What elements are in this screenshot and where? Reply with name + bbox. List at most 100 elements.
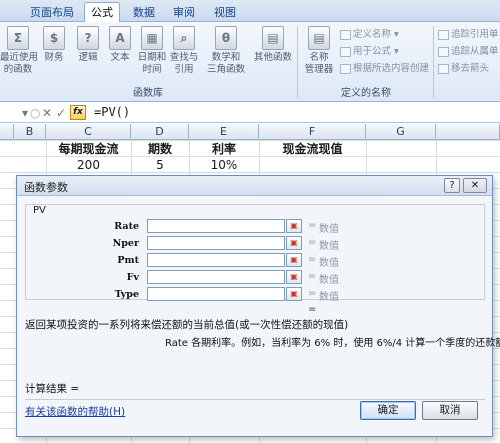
collapse-dialog-icon[interactable]: ▣ xyxy=(286,236,302,250)
name-manager-button[interactable]: ▤ 名称 管理器 xyxy=(302,26,336,76)
fv-input[interactable] xyxy=(147,270,285,284)
dialog-title-bar[interactable]: 函数参数 ? ✕ xyxy=(17,176,492,196)
dialog-title: 函数参数 xyxy=(24,181,68,194)
sigma-icon: Σ xyxy=(7,26,29,50)
recent-functions-button[interactable]: Σ 最近使用 的函数 xyxy=(0,26,38,76)
pmt-input[interactable] xyxy=(147,253,285,267)
math-trig-button[interactable]: θ 数学和 三角函数 xyxy=(204,26,248,76)
button-label: 数学和 xyxy=(211,52,241,63)
create-from-selection-icon xyxy=(340,63,351,74)
arg-label-type: Type xyxy=(114,289,139,300)
logical-button[interactable]: ? 逻辑 xyxy=(72,26,104,64)
function-name: PV xyxy=(31,205,48,216)
cancel-button[interactable]: 取消 xyxy=(422,401,478,420)
use-in-formula-button[interactable]: 用于公式 ▾ xyxy=(340,44,399,59)
name-manager-icon: ▤ xyxy=(308,26,330,50)
button-label: 其他函数 xyxy=(253,52,292,63)
collapse-dialog-icon[interactable]: ▣ xyxy=(286,270,302,284)
collapse-dialog-icon[interactable]: ▣ xyxy=(286,219,302,233)
group-label-function-library: 函数库 xyxy=(133,88,163,99)
cell-c-header[interactable]: 每期现金流 xyxy=(46,141,131,157)
lookup-reference-button[interactable]: ⌕ 查找与 引用 xyxy=(168,26,200,76)
ribbon-tab-bar: 页面布局 公式 数据 审阅 视图 xyxy=(0,0,500,23)
button-label: 时间 xyxy=(142,64,162,75)
financial-icon: $ xyxy=(43,26,65,50)
arg-value-pmt: 数值 xyxy=(319,258,339,269)
tab-data[interactable]: 数据 xyxy=(126,4,162,22)
arg-label-pmt: Pmt xyxy=(117,255,139,266)
nper-input[interactable] xyxy=(147,236,285,250)
cell-c-value[interactable]: 200 xyxy=(46,157,131,173)
arg-equals: = xyxy=(308,254,317,265)
function-description: 返回某项投资的一系列将来偿还额的当前总值(或一次性偿还额的现值) xyxy=(25,319,349,331)
arg-equals: = xyxy=(308,271,317,282)
formula-input[interactable]: =PV() xyxy=(94,105,130,119)
dialog-divider xyxy=(25,399,485,400)
group-separator xyxy=(297,26,298,98)
financial-button[interactable]: $ 财务 xyxy=(38,26,70,64)
date-time-button[interactable]: ▦ 日期和 时间 xyxy=(136,26,168,76)
create-from-selection-button[interactable]: 根据所选内容创建 xyxy=(340,61,429,76)
rate-input[interactable] xyxy=(147,219,285,233)
cell-e-header[interactable]: 利率 xyxy=(189,141,259,157)
collapse-dialog-icon[interactable]: ▣ xyxy=(286,253,302,267)
arg-value-rate: 数值 xyxy=(319,224,339,235)
define-name-button[interactable]: 定义名称 ▾ xyxy=(340,27,399,42)
tab-view[interactable]: 视图 xyxy=(207,4,243,22)
column-header-d[interactable]: D xyxy=(131,124,189,140)
more-functions-button[interactable]: ▤ 其他函数 xyxy=(252,26,294,64)
arg-value-fv: 数值 xyxy=(319,275,339,286)
arg-value-type: 数值 xyxy=(319,292,339,303)
trace-precedents-button[interactable]: 追踪引用单 xyxy=(438,27,499,42)
trace-dependents-button[interactable]: 追踪从属单 xyxy=(438,44,499,59)
name-box-dropdown-icon[interactable]: ▾ xyxy=(22,106,28,120)
define-name-icon xyxy=(340,29,351,40)
cancel-icon[interactable]: ✕ xyxy=(42,106,52,120)
arg-equals: = xyxy=(308,220,317,231)
text-button[interactable]: A 文本 xyxy=(104,26,136,64)
cell-d-value[interactable]: 5 xyxy=(131,157,189,173)
argument-help: Rate 各期利率。例如，当利率为 6% 时，使用 6%/4 计算一个季度的还款… xyxy=(165,338,500,349)
row-header-corner[interactable] xyxy=(0,124,14,140)
insert-function-icon[interactable]: fx xyxy=(70,105,86,120)
cell-e-value[interactable]: 10% xyxy=(189,157,259,173)
close-button[interactable]: ✕ xyxy=(463,178,487,193)
arg-label-fv: Fv xyxy=(126,272,139,283)
button-label: 财务 xyxy=(44,52,64,63)
remove-arrows-icon xyxy=(438,63,449,74)
button-label: 引用 xyxy=(174,64,194,75)
use-in-formula-icon xyxy=(340,46,351,57)
formula-divider: ○ xyxy=(30,106,41,120)
column-header-b[interactable]: B xyxy=(14,124,46,140)
column-header-f[interactable]: F xyxy=(259,124,366,140)
cell-d-header[interactable]: 期数 xyxy=(131,141,189,157)
math-icon: θ xyxy=(215,26,237,50)
arg-equals: = xyxy=(308,237,317,248)
button-label: 管理器 xyxy=(304,64,334,75)
column-header-e[interactable]: E xyxy=(189,124,259,140)
help-button[interactable]: ? xyxy=(444,178,460,193)
remove-arrows-button[interactable]: 移去箭头 xyxy=(438,61,489,76)
cell-f-header[interactable]: 现金流现值 xyxy=(259,141,366,157)
calendar-icon: ▦ xyxy=(141,26,163,50)
tab-page-layout[interactable]: 页面布局 xyxy=(24,4,80,22)
enter-icon[interactable]: ✓ xyxy=(56,106,66,120)
type-input[interactable] xyxy=(147,287,285,301)
ok-button[interactable]: 确定 xyxy=(360,401,416,420)
group-separator xyxy=(433,26,434,98)
button-label: 的函数 xyxy=(3,64,33,75)
function-help-link[interactable]: 有关该函数的帮助(H) xyxy=(25,404,125,419)
result-equals: = xyxy=(308,304,317,315)
button-label: 查找与 xyxy=(169,52,199,63)
function-arguments-dialog: 函数参数 ? ✕ PV Rate ▣ = 数值 Nper ▣ = 数值 Pmt … xyxy=(16,175,500,437)
column-header-h[interactable] xyxy=(436,124,500,140)
tab-formulas[interactable]: 公式 xyxy=(84,2,120,23)
logical-icon: ? xyxy=(77,26,99,50)
column-header-g[interactable]: G xyxy=(366,124,436,140)
trace-dependents-icon xyxy=(438,46,449,57)
column-header-c[interactable]: C xyxy=(46,124,131,140)
tab-review[interactable]: 审阅 xyxy=(166,4,202,22)
text-icon: A xyxy=(109,26,131,50)
formula-bar: ▾ ○ ✕ ✓ fx =PV() xyxy=(0,103,500,123)
collapse-dialog-icon[interactable]: ▣ xyxy=(286,287,302,301)
